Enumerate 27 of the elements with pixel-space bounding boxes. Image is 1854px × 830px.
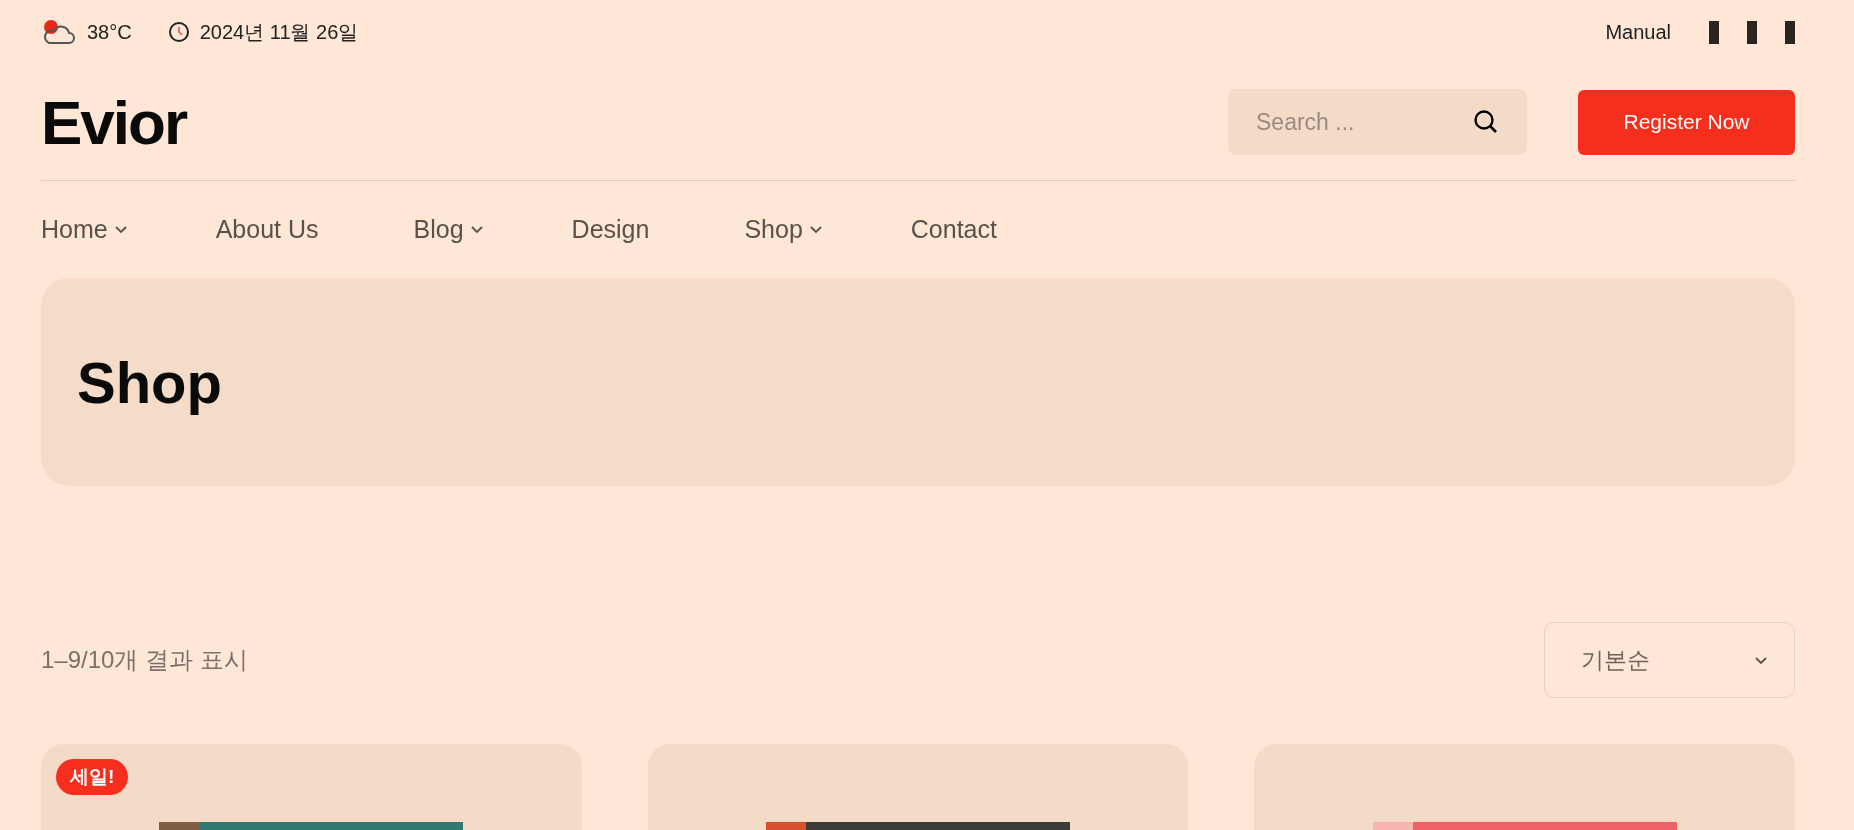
manual-link[interactable]: Manual xyxy=(1605,20,1671,44)
nav-link[interactable]: Shop xyxy=(744,215,823,244)
nav-link[interactable]: Home xyxy=(41,215,128,244)
page-title: Shop xyxy=(77,348,222,416)
bar-icon[interactable] xyxy=(1709,20,1719,44)
result-count: 1–9/10개 결과 표시 xyxy=(41,645,248,675)
bar-icon[interactable] xyxy=(1747,20,1757,44)
nav-link[interactable]: About Us xyxy=(215,215,319,244)
weather-icon xyxy=(41,18,77,46)
register-button[interactable]: Register Now xyxy=(1578,89,1795,155)
search-icon[interactable] xyxy=(1473,109,1499,135)
chevron-icon xyxy=(808,225,823,234)
chevron-icon xyxy=(1754,655,1768,665)
chevron-icon xyxy=(113,225,128,234)
search-field[interactable]: Search ... xyxy=(1228,89,1527,155)
temperature: 38°C xyxy=(87,20,132,44)
date: 2024년 11월 26일 xyxy=(199,19,359,45)
sort-select[interactable]: 기본순 xyxy=(1544,622,1795,698)
chevron-icon xyxy=(469,225,484,234)
clock-icon xyxy=(167,21,190,43)
nav-link[interactable]: Design xyxy=(571,215,650,244)
product-card[interactable]: 세일! xyxy=(41,744,582,830)
logo[interactable]: Evior xyxy=(41,86,187,158)
sale-badge: 세일! xyxy=(56,759,129,795)
nav-link[interactable]: Contact xyxy=(910,215,997,244)
bar-icon[interactable] xyxy=(1785,20,1795,44)
nav-link[interactable]: Blog xyxy=(413,215,484,244)
